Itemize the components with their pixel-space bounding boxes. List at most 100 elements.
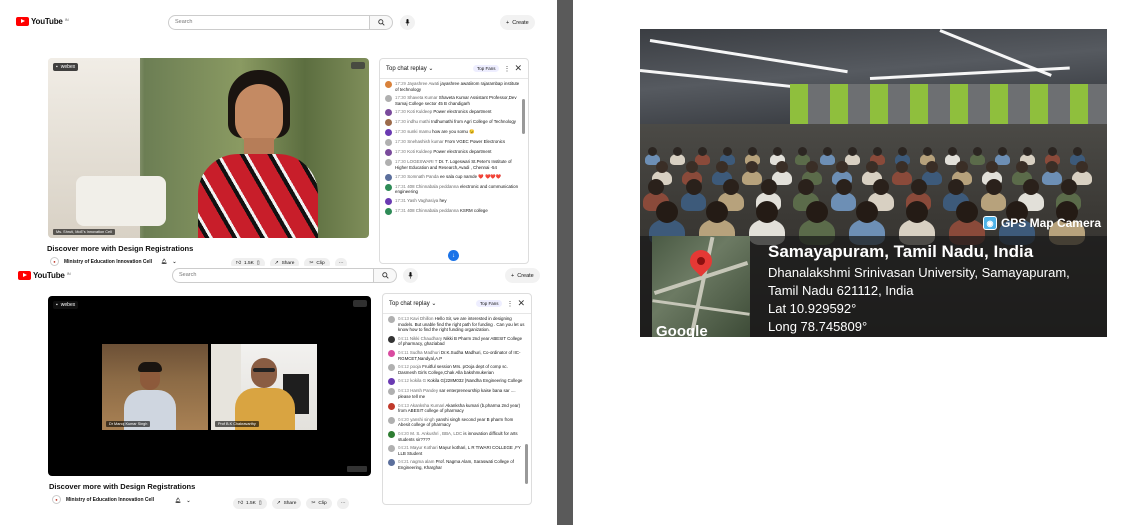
chat-avatar[interactable]	[388, 459, 395, 467]
share-button[interactable]: ↗ Share	[269, 258, 300, 266]
chevron-down-icon[interactable]: ⌄	[186, 498, 190, 504]
more-actions-button[interactable]: ⋯	[336, 498, 350, 509]
clip-button[interactable]: ✂ Clip	[306, 498, 332, 509]
chat-avatar[interactable]	[388, 388, 395, 396]
chat-author[interactable]: LOGESWARI T	[407, 159, 438, 164]
channel-name[interactable]: Ministry of Education Innovation Cell	[64, 259, 152, 265]
chat-avatar[interactable]	[388, 335, 395, 343]
chat-avatar[interactable]	[388, 364, 395, 372]
close-icon[interactable]: ✕	[517, 298, 525, 309]
collage-divider	[557, 0, 573, 525]
chat-avatar[interactable]	[385, 149, 392, 157]
chat-timestamp: 04:20	[398, 416, 411, 422]
chevron-down-icon[interactable]: ⌄	[172, 259, 176, 265]
scroll-down-button[interactable]: ↓	[448, 250, 459, 261]
audience-head	[873, 179, 889, 195]
like-button[interactable]: 👍︎ 1.5K ▯	[233, 498, 267, 509]
chat-avatar[interactable]	[385, 183, 392, 191]
top-fans-badge[interactable]: Top Fans	[472, 65, 500, 72]
chat-message-body: 17:31 408 Chinnabala peddanna KSRM colle…	[395, 208, 523, 215]
chat-scrollbar[interactable]	[525, 444, 528, 484]
search-button[interactable]	[374, 268, 397, 283]
chat-timestamp: 04:11	[398, 349, 410, 355]
chat-avatar[interactable]	[388, 445, 395, 453]
chat-avatar[interactable]	[385, 159, 392, 167]
chat-avatar[interactable]	[388, 316, 395, 323]
audience-head	[1060, 179, 1077, 195]
chat-avatar[interactable]	[388, 416, 395, 424]
chat-avatar[interactable]	[385, 119, 392, 127]
search-input[interactable]: Search	[172, 268, 374, 283]
more-actions-button[interactable]: ⋯	[334, 258, 348, 266]
chat-author[interactable]: 408 Chinnabala peddanna	[407, 208, 460, 213]
chat-author[interactable]: indhu mathi	[407, 119, 431, 124]
video-quality-icon[interactable]	[351, 62, 365, 69]
channel-avatar[interactable]: ●	[52, 495, 61, 504]
chat-avatar[interactable]	[385, 109, 392, 117]
voice-search-button[interactable]	[403, 268, 418, 283]
channel-name[interactable]: Ministry of Education Innovation Cell	[66, 497, 154, 503]
channel-avatar[interactable]: ●	[50, 257, 59, 266]
youtube-logo[interactable]: YouTube IN	[18, 271, 71, 280]
chat-author[interactable]: Harsh Pandey	[410, 388, 439, 393]
chat-author[interactable]: Somnath Panda	[407, 174, 440, 179]
like-button[interactable]: 👍︎ 1.5K ▯	[231, 258, 265, 266]
chat-author[interactable]: kokila G	[410, 378, 427, 383]
chat-avatar[interactable]	[388, 430, 395, 438]
chat-author[interactable]: sunki mamu	[407, 129, 432, 134]
chat-author[interactable]: Yash Vaghasiya	[407, 198, 439, 203]
chat-author[interactable]: Koti Kuldeep	[407, 109, 433, 114]
chat-avatar[interactable]	[385, 129, 392, 137]
top-fans-badge[interactable]: Top Fans	[475, 300, 503, 307]
video-player[interactable]: ▪ webex Ms. Shruti, MoE's Innovation Cell	[48, 58, 369, 238]
chat-author[interactable]: Sudha Madhuri	[410, 350, 441, 355]
chat-author[interactable]: Snehashish kumar	[407, 139, 445, 144]
share-button[interactable]: ↗ Share	[271, 498, 302, 509]
chat-scrollbar[interactable]	[522, 99, 525, 134]
chat-avatar[interactable]	[388, 378, 395, 386]
bell-icon[interactable]: 🔔︎	[161, 259, 167, 265]
search-button[interactable]	[370, 15, 393, 30]
chat-avatar[interactable]	[388, 349, 395, 357]
chat-author[interactable]: yanshi singh	[410, 417, 436, 422]
chat-avatar[interactable]	[385, 81, 392, 88]
chat-avatar[interactable]	[385, 139, 392, 147]
chat-author[interactable]: Shaveta Kumar	[407, 95, 438, 100]
search-input[interactable]: Search	[168, 15, 370, 30]
audience-head	[956, 161, 968, 173]
chat-author[interactable]: Koti Kuldeep	[407, 149, 433, 154]
chat-avatar[interactable]	[385, 197, 392, 205]
audience-head	[806, 161, 818, 173]
chat-author[interactable]: Akanksha Kumari	[410, 403, 445, 408]
video-player[interactable]: ▪ webex Dr Manoj Kumar Singh Prof B.K Cha…	[48, 296, 371, 476]
chat-author[interactable]: Jayashree Awati	[407, 81, 440, 86]
clip-button[interactable]: ✂ Clip	[304, 258, 330, 266]
close-icon[interactable]: ✕	[514, 63, 522, 74]
voice-search-button[interactable]	[400, 15, 415, 30]
chat-mode-selector[interactable]: Top chat replay ⌄	[386, 65, 469, 72]
chat-author[interactable]: M. S. Ankushri , BBA, LDC	[410, 431, 463, 436]
gps-camera-badge: ◉ GPS Map Camera	[982, 216, 1101, 230]
chat-author[interactable]: 408 Chinnabala peddanna	[407, 184, 460, 189]
chat-author[interactable]: Kavi Dhillon	[410, 316, 434, 321]
chat-author[interactable]: Mayur Kothari	[410, 445, 439, 450]
chat-message-body: 17:30 Koti Kuldeep Power electronics dep…	[395, 109, 523, 116]
chat-author[interactable]: Nikki Chaudhary	[410, 336, 443, 341]
video-quality-icon[interactable]	[353, 300, 367, 307]
create-button[interactable]: + Create	[505, 268, 540, 283]
chat-avatar[interactable]	[385, 95, 392, 103]
chat-author[interactable]: pooja	[410, 364, 422, 369]
youtube-logo[interactable]: YouTube IN	[16, 17, 69, 26]
chat-avatar[interactable]	[385, 173, 392, 181]
bell-icon[interactable]: 🔔︎	[175, 498, 181, 504]
chat-mode-selector[interactable]: Top chat replay ⌄	[389, 300, 472, 307]
chat-message: 17:30 sunki mamu how are you somu 😉	[385, 129, 523, 137]
create-button[interactable]: + Create	[500, 15, 535, 30]
chat-author[interactable]: nagma alam	[410, 459, 435, 464]
chat-avatar[interactable]	[385, 207, 392, 215]
chat-avatar[interactable]	[388, 402, 395, 410]
video-title: Discover more with Design Registrations	[47, 244, 194, 253]
create-label: Create	[512, 19, 529, 26]
more-vert-icon[interactable]: ⋮	[506, 300, 513, 308]
more-vert-icon[interactable]: ⋮	[503, 65, 510, 73]
